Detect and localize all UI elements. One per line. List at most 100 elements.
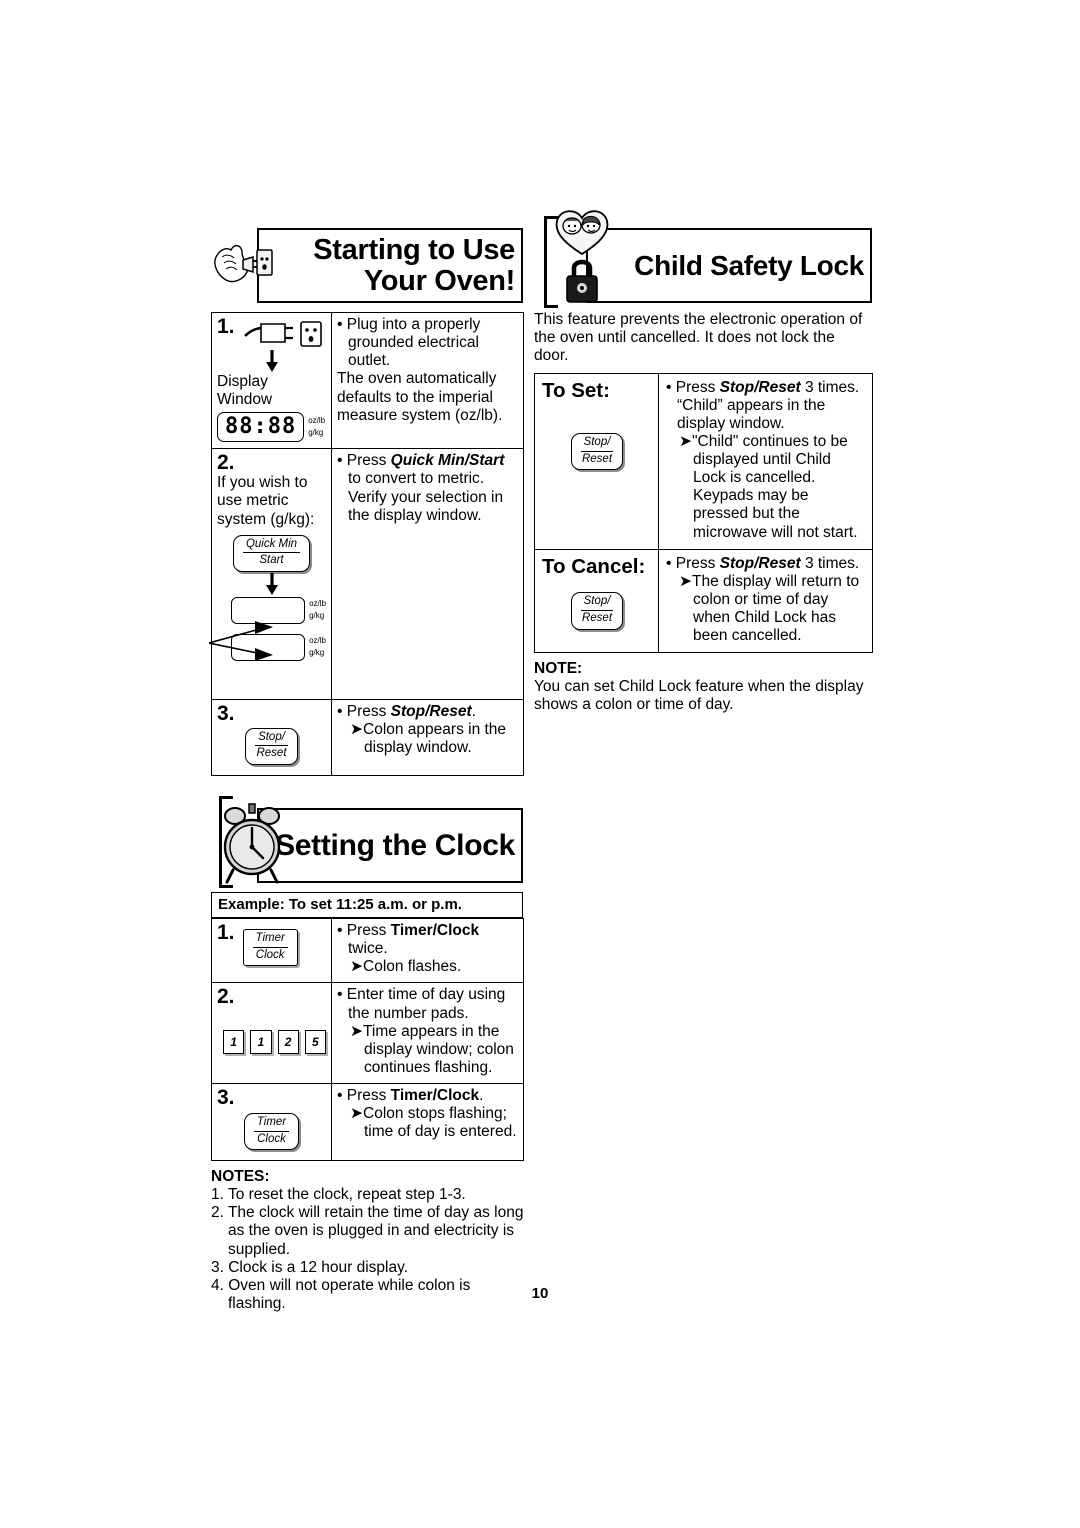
step-3-description-cell: • Press Stop/Reset. ➤Colon appears in th… <box>331 698 524 777</box>
table-row: To Set: Stop/ Reset • Press Stop/Reset 3… <box>534 373 873 550</box>
clock-step-3-bullet-bold: Timer/Clock <box>390 1087 480 1105</box>
step-3-visual-cell: 3. Stop/ Reset <box>211 698 332 777</box>
stop-label: Stop/ <box>580 436 614 452</box>
number-pad[interactable]: 1 <box>223 1030 245 1055</box>
alarm-clock-icon <box>221 800 281 884</box>
to-set-bullet: • Press Stop/Reset 3 times. “Child” appe… <box>666 379 860 433</box>
to-set-description-cell: • Press Stop/Reset 3 times. “Child” appe… <box>658 373 873 550</box>
clock-step-1-bullet-bold: Timer/Clock <box>390 922 480 940</box>
step-1-bullet: • Plug into a properly grounded electric… <box>337 316 481 370</box>
quick-min-label: Quick Min <box>242 538 301 554</box>
step-2-description-cell: • Press Quick Min/Start to convert to me… <box>331 448 524 700</box>
down-arrow-icon <box>217 350 326 373</box>
start-label: Start <box>259 554 284 567</box>
notes-heading: NOTES: <box>211 1168 270 1186</box>
step-number: 3. <box>217 1086 235 1110</box>
step-number: 3. <box>217 701 235 725</box>
clock-step-3-arrow-text: Colon stops flashing; time of day is ent… <box>363 1105 517 1141</box>
clock-label: Clock <box>257 1132 286 1145</box>
timer-clock-button[interactable]: Timer Clock <box>243 1113 300 1151</box>
step-2-bullet: • Press Quick Min/Start to convert to me… <box>337 452 505 524</box>
step-2-lead-text: If you wish to use metric system (g/kg): <box>217 474 315 528</box>
step-3-bullet-post: . <box>471 702 476 720</box>
to-set-arrow-text: "Child" continues to be displayed until … <box>692 433 858 541</box>
display-units: oz/lb g/kg <box>308 415 325 440</box>
clock-step-3-bullet: • Press Timer/Clock. <box>337 1087 484 1105</box>
table-row: 1. Timer Clock • Press Timer/Clock twice… <box>211 918 524 984</box>
clock-step-1-bullet: • Press Timer/Clock twice. <box>337 922 480 958</box>
clock-step-3-description-cell: • Press Timer/Clock. ➤Colon stops flashi… <box>331 1083 524 1162</box>
to-cancel-description-cell: • Press Stop/Reset 3 times. ➤The display… <box>658 548 873 653</box>
to-cancel-bullet-pre: Press <box>675 554 720 572</box>
step-3-arrow-text: Colon appears in the display window. <box>363 720 507 757</box>
number-pad[interactable]: 1 <box>250 1030 272 1055</box>
clock-step-3-arrow: ➤Colon stops flashing; time of day is en… <box>350 1105 517 1141</box>
timer-clock-button[interactable]: Timer Clock <box>242 929 298 967</box>
clock-step-3-bullet-pre: Press <box>346 1087 391 1105</box>
child-lock-note-heading: NOTE: <box>534 659 583 677</box>
title-line-2: Your Oven! <box>363 264 515 297</box>
unit-imperial: oz/lb <box>308 415 326 425</box>
step-1-extra: The oven automatically defaults to the i… <box>337 370 503 424</box>
table-row: To Cancel: Stop/ Reset • Press Stop/Rese… <box>534 548 873 653</box>
step-number: 2. <box>217 985 235 1009</box>
table-row: 2. If you wish to use metric system (g/k… <box>209 448 524 700</box>
number-pad[interactable]: 2 <box>277 1030 299 1055</box>
unit-metric: g/kg <box>308 428 324 438</box>
step-1-description-cell: • Plug into a properly grounded electric… <box>331 311 524 450</box>
clock-step-2-arrow-text: Time appears in the display window; colo… <box>363 1022 514 1076</box>
to-cancel-bullet-post: 3 times. <box>800 554 860 572</box>
step-3-arrow: ➤Colon appears in the display window. <box>350 720 507 757</box>
to-cancel-bullet: • Press Stop/Reset 3 times. <box>666 554 860 572</box>
clock-step-1-bullet-pre: Press <box>346 922 391 940</box>
note-item: 2. The clock will retain the time of day… <box>211 1204 524 1258</box>
stop-reset-button[interactable]: Stop/ Reset <box>245 727 298 766</box>
plug-outlet-small-icon <box>243 320 326 348</box>
clock-step-2-bullet: • Enter time of day using the number pad… <box>337 986 506 1022</box>
display-value: 88:88 <box>217 412 305 443</box>
to-set-bullet-bold: Stop/Reset <box>719 379 801 397</box>
note-item: 1. To reset the clock, repeat step 1-3. <box>211 1186 466 1204</box>
starting-to-use-title: Starting to Use Your Oven! <box>313 235 521 295</box>
number-pads-group: 1 1 2 5 <box>223 1030 326 1055</box>
step-2-bullet-post: to convert to metric. Verify your select… <box>348 470 504 524</box>
step-number: 2. <box>217 451 235 475</box>
setting-the-clock-title: Setting the Clock <box>275 828 515 862</box>
stop-reset-button[interactable]: Stop/ Reset <box>570 592 624 630</box>
table-row: 3. Stop/ Reset • Press Stop/Reset. ➤Colo… <box>211 698 524 777</box>
reset-label: Reset <box>256 747 287 760</box>
clock-label: Clock <box>255 948 285 961</box>
clock-step-1-arrow: ➤Colon flashes. <box>350 958 462 976</box>
clock-example-bar: Example: To set 11:25 a.m. or p.m. <box>211 892 523 919</box>
to-cancel-arrow: ➤The display will return to colon or tim… <box>679 572 860 644</box>
to-cancel-bullet-bold: Stop/Reset <box>719 554 801 572</box>
manual-page: Starting to Use Your Oven! 1. Display Wi… <box>0 0 1080 1528</box>
clock-step-2-arrow: ➤Time appears in the display window; col… <box>350 1022 514 1076</box>
number-pad[interactable]: 5 <box>304 1030 326 1055</box>
to-cancel-cell: To Cancel: Stop/ Reset <box>534 548 659 653</box>
table-row: 3. Timer Clock • Press Timer/Clock. ➤Col… <box>211 1083 524 1162</box>
child-lock-table: To Set: Stop/ Reset • Press Stop/Reset 3… <box>534 373 873 653</box>
step-3-bullet-bold: Stop/Reset <box>390 702 472 720</box>
title-line-1: Starting to Use <box>313 234 515 267</box>
table-row: 1. Display Window 88:88 oz/lb g/kg • Plu… <box>211 311 524 450</box>
clock-steps-table: 1. Timer Clock • Press Timer/Clock twice… <box>211 918 524 1162</box>
child-safety-lock-title: Child Safety Lock <box>634 249 864 281</box>
to-set-cell: To Set: Stop/ Reset <box>534 373 659 550</box>
to-cancel-heading: To Cancel: <box>542 554 646 578</box>
note-item: 3. Clock is a 12 hour display. <box>211 1258 409 1276</box>
step-2-visual-cell: 2. If you wish to use metric system (g/k… <box>209 448 332 700</box>
stop-reset-button[interactable]: Stop/ Reset <box>570 433 624 471</box>
setting-the-clock-banner: Setting the Clock <box>219 796 523 889</box>
timer-label: Timer <box>253 1116 290 1132</box>
clock-step-2-description-cell: • Enter time of day using the number pad… <box>331 982 524 1085</box>
to-cancel-arrow-text: The display will return to colon or time… <box>692 572 860 644</box>
metric-selection-diagram: oz/lb g/kg oz/lb g/kg <box>209 596 326 693</box>
to-set-arrow: ➤"Child" continues to be displayed until… <box>679 433 858 541</box>
clock-step-3-visual-cell: 3. Timer Clock <box>211 1083 332 1162</box>
step-2-bullet-bold: Quick Min/Start <box>390 452 505 470</box>
step-1-bullet-text: Plug into a properly grounded electrical… <box>346 316 481 370</box>
clock-step-2-visual-cell: 2. 1 1 2 5 <box>211 982 332 1085</box>
page-number: 10 <box>531 1285 549 1302</box>
quick-min-start-button[interactable]: Quick Min Start <box>232 534 311 572</box>
